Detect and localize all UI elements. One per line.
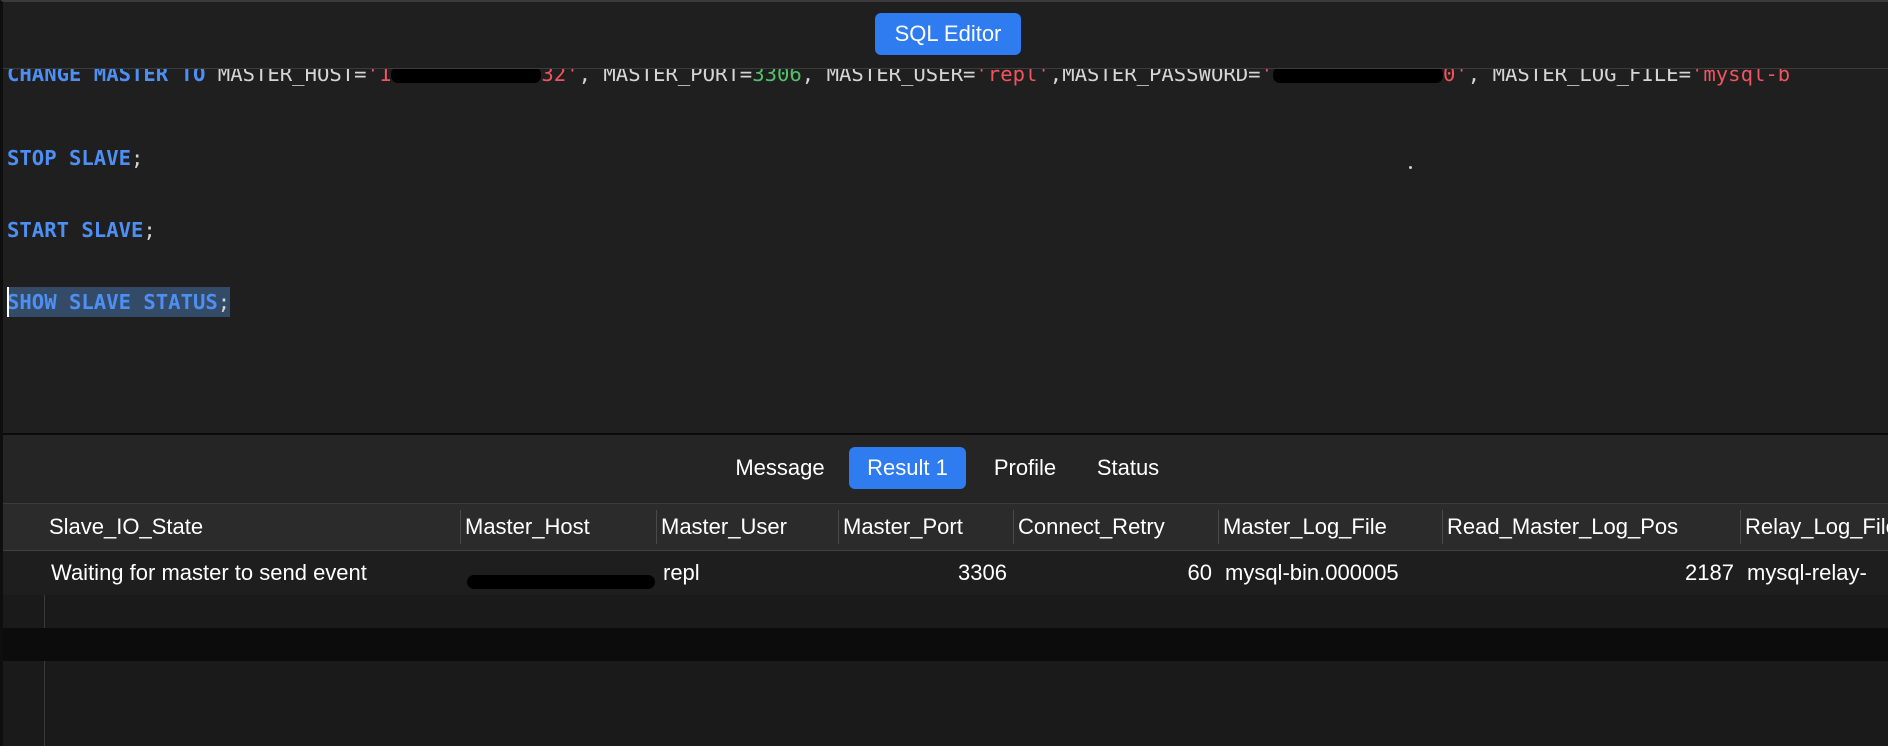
tab-message[interactable]: Message bbox=[720, 447, 840, 489]
results-grid[interactable]: Slave_IO_State Master_Host Master_User M… bbox=[3, 503, 1888, 746]
string-literal: '1 bbox=[366, 69, 392, 86]
column-header-relay-log-file[interactable]: Relay_Log_File bbox=[1740, 504, 1888, 550]
toolbar: SQL Editor bbox=[3, 2, 1888, 69]
cell-relay-log-file[interactable]: mysql-relay- bbox=[1740, 551, 1888, 595]
string-literal: 'repl' bbox=[975, 69, 1050, 86]
code-text: , MASTER_USER= bbox=[801, 69, 976, 86]
grid-header: Slave_IO_State Master_Host Master_User M… bbox=[3, 503, 1888, 551]
column-header-slave-io-state[interactable]: Slave_IO_State bbox=[44, 504, 461, 550]
string-literal: 'mysql-b bbox=[1690, 69, 1791, 86]
tab-status[interactable]: Status bbox=[1083, 447, 1173, 489]
cell-slave-io-state[interactable]: Waiting for master to send event bbox=[44, 551, 461, 595]
sql-editor-button[interactable]: SQL Editor bbox=[875, 13, 1021, 55]
column-header-master-port[interactable]: Master_Port bbox=[838, 504, 1014, 550]
cell-master-host-redacted[interactable] bbox=[460, 551, 657, 595]
code-text: MASTER_HOST= bbox=[205, 69, 367, 86]
redaction-mark bbox=[391, 69, 542, 83]
cell-connect-retry[interactable]: 60 bbox=[1013, 551, 1219, 595]
cell-master-log-file[interactable]: mysql-bin.000005 bbox=[1218, 551, 1443, 595]
cell-master-port[interactable]: 3306 bbox=[838, 551, 1014, 595]
string-literal: ' bbox=[1260, 69, 1273, 86]
code-text: , MASTER_LOG_FILE= bbox=[1467, 69, 1691, 86]
result-tab-bar: Message Result 1 Profile Status bbox=[3, 435, 1888, 503]
tab-profile[interactable]: Profile bbox=[975, 447, 1075, 489]
string-literal: 32' bbox=[541, 69, 579, 86]
code-text: ,MASTER_PASSWORD= bbox=[1049, 69, 1261, 86]
string-literal: 0' bbox=[1442, 69, 1468, 86]
code-text: ; bbox=[143, 218, 156, 242]
cell-read-master-log-pos[interactable]: 2187 bbox=[1442, 551, 1741, 595]
code-line-4-selected[interactable]: SHOW SLAVE STATUS; bbox=[7, 287, 231, 317]
column-header-connect-retry[interactable]: Connect_Retry bbox=[1013, 504, 1219, 550]
sql-editor[interactable]: CHANGE MASTER TO MASTER_HOST='1 32', MAST… bbox=[3, 69, 1888, 433]
tab-result-1[interactable]: Result 1 bbox=[849, 447, 966, 489]
keyword: START SLAVE bbox=[7, 218, 144, 242]
column-header-master-log-file[interactable]: Master_Log_File bbox=[1218, 504, 1443, 550]
code-text: ; bbox=[131, 146, 144, 170]
column-header-master-host[interactable]: Master_Host bbox=[460, 504, 657, 550]
table-row[interactable]: Waiting for master to send event repl 33… bbox=[3, 551, 1888, 595]
cell-master-user[interactable]: repl bbox=[656, 551, 839, 595]
column-header-master-user[interactable]: Master_User bbox=[656, 504, 839, 550]
column-header-read-master-log-pos[interactable]: Read_Master_Log_Pos bbox=[1442, 504, 1741, 550]
keyword: SHOW SLAVE STATUS bbox=[7, 290, 218, 314]
redaction-mark bbox=[1272, 69, 1443, 83]
code-text: , MASTER_PORT= bbox=[578, 69, 753, 86]
keyword: STOP SLAVE bbox=[7, 146, 131, 170]
text-caret bbox=[7, 287, 9, 317]
redaction-mark bbox=[467, 574, 655, 589]
number-literal: 3306 bbox=[752, 69, 802, 86]
editor-dot bbox=[1409, 166, 1412, 169]
keyword: CHANGE MASTER TO bbox=[7, 69, 206, 86]
code-line-3[interactable]: START SLAVE; bbox=[7, 215, 156, 245]
empty-row bbox=[3, 628, 1888, 661]
code-text: ; bbox=[217, 290, 231, 314]
code-line-1[interactable]: CHANGE MASTER TO MASTER_HOST='1 32', MAST… bbox=[7, 69, 1790, 89]
code-line-2[interactable]: STOP SLAVE; bbox=[7, 143, 143, 173]
